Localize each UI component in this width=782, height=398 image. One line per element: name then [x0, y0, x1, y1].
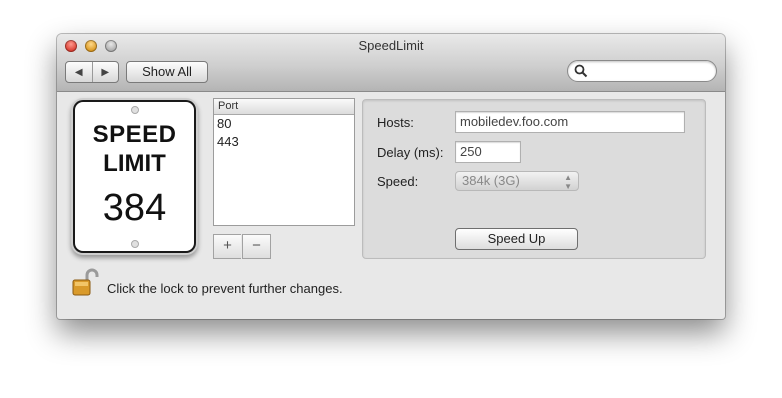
add-port-button[interactable]: +: [213, 234, 241, 259]
title-bar: SpeedLimit ◀ ▶ Show All: [57, 34, 725, 92]
speed-popup[interactable]: 384k (3G) ▲ ▼: [455, 171, 579, 191]
port-row[interactable]: 443: [214, 133, 354, 151]
sign-speed-value: 384: [102, 187, 167, 229]
remove-port-button[interactable]: −: [242, 234, 271, 259]
sign-line-speed: SPEED: [92, 121, 177, 148]
back-button[interactable]: ◀: [66, 62, 93, 82]
hosts-label: Hosts:: [377, 115, 414, 130]
delay-label: Delay (ms):: [377, 145, 444, 160]
speed-popup-value: 384k (3G): [462, 173, 520, 188]
port-list[interactable]: Port 80 443: [213, 98, 355, 226]
lock-icon[interactable]: [72, 267, 100, 297]
search-field[interactable]: [567, 60, 717, 82]
sign-hole: [131, 106, 139, 114]
speed-up-button[interactable]: Speed Up: [455, 228, 578, 250]
speed-label: Speed:: [377, 174, 419, 189]
show-all-button[interactable]: Show All: [126, 61, 208, 83]
popup-arrows-icon: ▲ ▼: [564, 173, 572, 191]
preferences-window: SpeedLimit ◀ ▶ Show All SPEED LIMIT 384 …: [57, 34, 725, 319]
hosts-field[interactable]: mobiledev.foo.com: [455, 111, 685, 133]
port-row[interactable]: 80: [214, 115, 354, 133]
delay-field[interactable]: 250: [455, 141, 521, 163]
sign-hole: [131, 240, 139, 248]
forward-button[interactable]: ▶: [93, 62, 119, 82]
search-input[interactable]: [590, 63, 712, 80]
lock-message: Click the lock to prevent further change…: [107, 281, 343, 296]
window-title: SpeedLimit: [358, 38, 424, 53]
settings-panel: Hosts: mobiledev.foo.com Delay (ms): 250…: [362, 99, 706, 259]
speed-limit-sign: SPEED LIMIT 384: [75, 102, 194, 251]
back-forward-control: ◀ ▶: [65, 61, 119, 83]
sign-line-limit: LIMIT: [103, 150, 166, 177]
search-icon: [574, 64, 588, 78]
port-column-header[interactable]: Port: [214, 99, 354, 115]
